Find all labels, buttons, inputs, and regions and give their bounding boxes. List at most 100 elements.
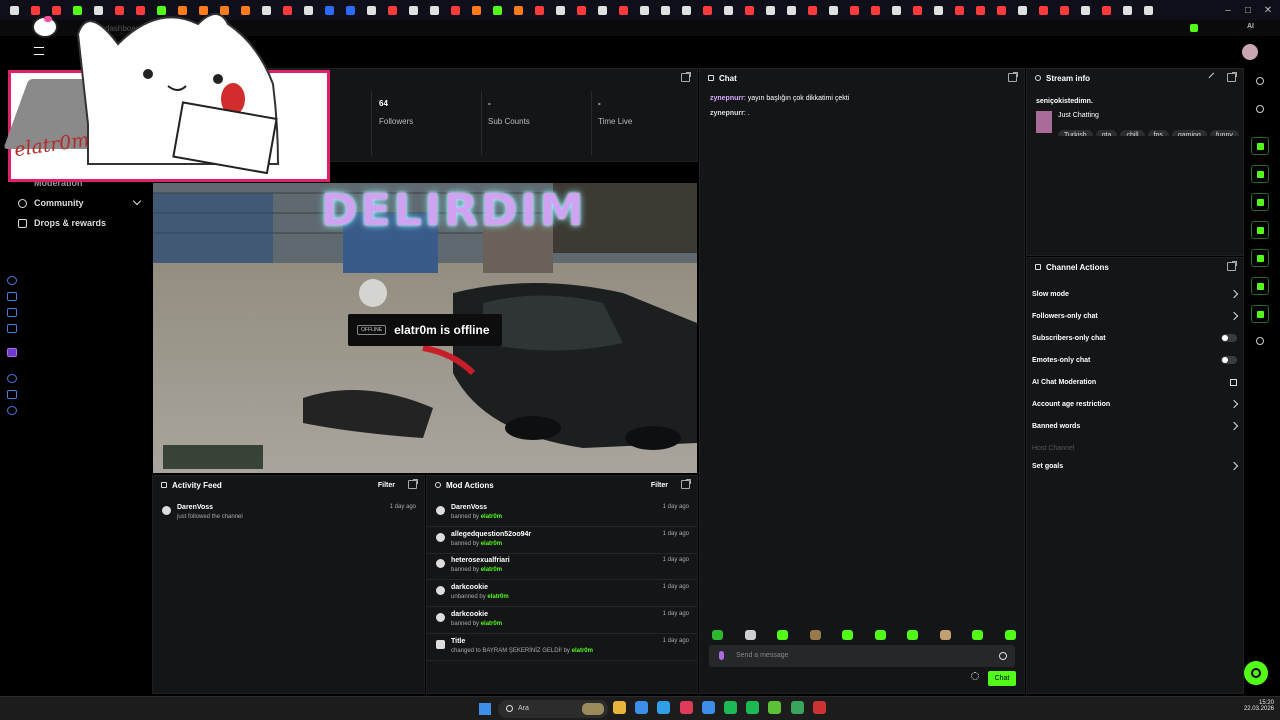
browser-tab[interactable] (1075, 0, 1096, 20)
chat-username[interactable]: zynepnurr (710, 95, 744, 102)
close-icon[interactable]: ✕ (1258, 0, 1278, 20)
browser-tab[interactable] (697, 0, 718, 20)
emote-icon[interactable] (809, 630, 821, 640)
rail-icon-5[interactable] (7, 348, 17, 357)
tool-button[interactable] (1251, 137, 1269, 155)
tag-pill[interactable]: fps (1147, 130, 1169, 136)
chat-username[interactable]: zynepnurr (710, 110, 744, 117)
emote-icon[interactable] (907, 630, 918, 640)
send-chat-button[interactable]: Chat (988, 671, 1016, 686)
tool-button[interactable] (1251, 277, 1269, 295)
taskbar-app-icon[interactable] (812, 701, 826, 714)
moderator-name[interactable]: elatr0m (481, 621, 502, 627)
browser-tab[interactable] (1096, 0, 1117, 20)
browser-tab[interactable] (550, 0, 571, 20)
chevron-right-icon[interactable] (1229, 421, 1239, 431)
chevron-down-icon[interactable] (132, 196, 142, 206)
channel-action-row[interactable]: Emotes-only chat (1032, 351, 1237, 369)
browser-tab[interactable] (1033, 0, 1054, 20)
browser-tab[interactable] (466, 0, 487, 20)
browser-tab[interactable] (508, 0, 529, 20)
rail-icon-1[interactable] (7, 276, 17, 285)
browser-tab[interactable] (613, 0, 634, 20)
browser-tab[interactable] (781, 0, 802, 20)
browser-tab[interactable] (1012, 0, 1033, 20)
browser-tab[interactable] (907, 0, 928, 20)
ai-label[interactable]: AI (1247, 23, 1254, 30)
browser-tab[interactable] (592, 0, 613, 20)
browser-tab[interactable] (424, 0, 445, 20)
moderator-name[interactable]: elatr0m (572, 648, 593, 654)
channel-action-row[interactable]: Set goals (1032, 457, 1239, 475)
extension-icon[interactable] (1190, 24, 1198, 32)
taskbar-clock[interactable]: 15:20 22.03.2026 (1240, 700, 1274, 712)
minimize-icon[interactable]: – (1218, 0, 1238, 20)
taskbar-app-icon[interactable] (613, 701, 626, 714)
tag-pill[interactable]: gta (1095, 130, 1118, 136)
mod-action-target[interactable]: allegedquestion52oo94r (451, 531, 531, 538)
maximize-icon[interactable]: □ (1238, 0, 1258, 20)
settings-icon[interactable] (971, 672, 979, 680)
popout-icon[interactable] (681, 479, 691, 489)
emote-icon[interactable] (1004, 630, 1016, 640)
browser-tab[interactable] (403, 0, 424, 20)
toggle-switch[interactable] (1221, 356, 1237, 364)
avatar[interactable] (1242, 44, 1258, 60)
browser-tab[interactable] (760, 0, 781, 20)
rail-icon-7[interactable] (7, 390, 17, 399)
emoji-icon[interactable] (999, 652, 1007, 660)
moderator-name[interactable]: elatr0m (487, 594, 508, 600)
tool-button[interactable] (1251, 165, 1269, 183)
chat-input[interactable]: Send a message (709, 645, 1015, 667)
emote-icon[interactable] (777, 630, 788, 640)
rail-icon-8[interactable] (7, 406, 17, 415)
browser-tab[interactable] (802, 0, 823, 20)
sidebar-item-community[interactable]: Community (18, 198, 84, 208)
tool-button[interactable] (1251, 221, 1269, 239)
popout-icon[interactable] (408, 479, 418, 489)
toggle-switch[interactable] (1221, 334, 1237, 342)
emote-icon[interactable] (874, 630, 886, 640)
mod-action-target[interactable]: darkcookie (451, 611, 488, 618)
taskbar-app-icon[interactable] (635, 701, 649, 714)
browser-tab[interactable] (571, 0, 592, 20)
popout-icon[interactable] (1227, 261, 1237, 271)
taskbar-app-icon[interactable] (768, 701, 782, 714)
channel-action-row[interactable]: Followers-only chat (1032, 307, 1239, 325)
stream-preview[interactable]: DELIRDIM OFFLINE elatr0m is offline (153, 183, 697, 473)
taskbar-app-icon[interactable] (657, 701, 671, 714)
chevron-right-icon[interactable] (1229, 289, 1239, 299)
channel-action-row[interactable]: Account age restriction (1032, 395, 1239, 413)
taskbar-search[interactable]: Ara (498, 700, 608, 718)
chevron-right-icon[interactable] (1229, 311, 1239, 321)
side-tool-icon[interactable] (1256, 77, 1264, 85)
emote-icon[interactable] (939, 630, 951, 640)
mod-filter-button[interactable]: Filter (651, 482, 668, 489)
browser-tab[interactable] (634, 0, 655, 20)
tool-button[interactable] (1251, 249, 1269, 267)
taskbar-app-icon[interactable] (746, 701, 760, 714)
browser-tab[interactable] (718, 0, 739, 20)
browser-tab[interactable] (361, 0, 382, 20)
tag-pill[interactable]: chill (1120, 130, 1145, 136)
emote-icon[interactable] (744, 630, 756, 640)
activity-filter-button[interactable]: Filter (378, 482, 395, 489)
browser-tab[interactable] (529, 0, 550, 20)
emote-icon[interactable] (842, 630, 853, 640)
moderator-name[interactable]: elatr0m (481, 541, 502, 547)
tag-pill[interactable]: funny (1209, 130, 1239, 136)
help-button[interactable] (1244, 661, 1268, 685)
taskbar-app-icon[interactable] (790, 701, 804, 714)
browser-tab[interactable] (949, 0, 970, 20)
external-link-icon[interactable] (1230, 378, 1237, 386)
browser-tab[interactable] (340, 0, 361, 20)
tool-button[interactable] (1251, 305, 1269, 323)
rail-icon-6[interactable] (7, 374, 17, 383)
mod-action-target[interactable]: Title (451, 638, 465, 645)
browser-tab[interactable] (655, 0, 676, 20)
tool-button[interactable] (1251, 193, 1269, 211)
browser-tab[interactable] (886, 0, 907, 20)
emote-icon[interactable] (712, 630, 723, 640)
browser-tab[interactable] (928, 0, 949, 20)
chevron-right-icon[interactable] (1229, 399, 1239, 409)
